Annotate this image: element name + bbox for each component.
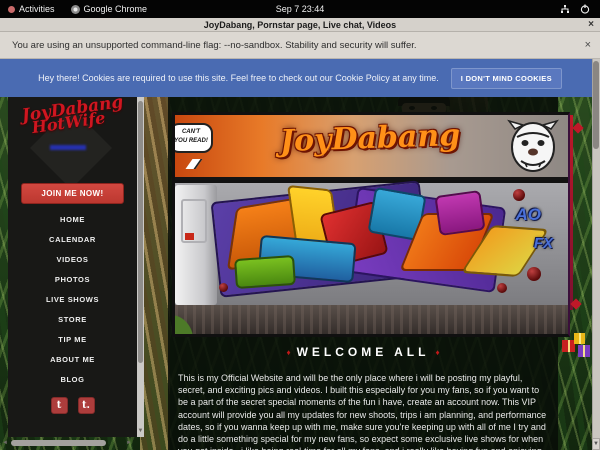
welcome-heading: ♦WELCOME ALL♦ [168, 345, 558, 359]
background-red-ribbon [570, 115, 573, 310]
cookie-policy-link[interactable]: Cookie Policy [335, 73, 390, 83]
window-title-bar: JoyDabang, Pornstar page, Live chat, Vid… [0, 18, 600, 32]
gift-box-purple [578, 345, 590, 357]
cookie-message-post: at any time. [390, 73, 439, 83]
bubble-line2: YOU READ! [172, 137, 211, 146]
wall-word-ao: AO [516, 205, 542, 225]
activities-icon [8, 6, 15, 13]
cookie-message: Hey there! Cookies are required to use t… [38, 73, 439, 83]
sidebar-item-blog[interactable]: BLOG [8, 370, 137, 390]
site-logo[interactable]: JoyDabang HotWife [8, 97, 137, 175]
bulldog-icon [507, 119, 559, 180]
cookie-accept-button[interactable]: I DON'T MIND COOKIES [451, 68, 562, 89]
sidebar-scroll-right-arrow[interactable]: ► [126, 439, 132, 447]
system-top-bar: Activities Google Chrome Sep 7 23:44 [0, 0, 600, 18]
welcome-paragraph: This is my Official Website and will be … [178, 372, 550, 450]
window-title: JoyDabang, Pornstar page, Live chat, Vid… [204, 20, 396, 30]
sidebar-nav: HOME CALENDAR VIDEOS PHOTOS LIVE SHOWS S… [8, 210, 137, 390]
window-close-button[interactable]: × [588, 18, 594, 32]
sidebar-item-home[interactable]: HOME [8, 210, 137, 230]
sidebar-item-store[interactable]: STORE [8, 310, 137, 330]
hero-corner-grass [172, 311, 197, 337]
cookie-message-pre: Hey there! Cookies are required to use t… [38, 73, 335, 83]
truck-shape [175, 185, 217, 305]
truck-taillight [185, 233, 194, 240]
sidebar-scroll-left-arrow[interactable]: ◄ [2, 439, 8, 447]
bubble-line1: CAN'T [172, 128, 211, 137]
graffiti-title: JoyDabang [214, 116, 525, 162]
sidebar-item-about-me[interactable]: ABOUT ME [8, 350, 137, 370]
sidebar-item-photos[interactable]: PHOTOS [8, 270, 137, 290]
sidebar-item-tip-me[interactable]: TIP ME [8, 330, 137, 350]
graffiti-shape [234, 255, 296, 289]
chrome-icon [71, 5, 80, 14]
app-menu-button[interactable]: Google Chrome [63, 0, 156, 18]
graffiti-wall: AO FX [175, 183, 569, 305]
join-me-now-button[interactable]: JOIN ME NOW! [21, 183, 124, 204]
sidebar-item-videos[interactable]: VIDEOS [8, 250, 137, 270]
paint-ball [513, 189, 525, 201]
tumblr-icon[interactable]: t. [78, 397, 95, 414]
hero-banner: CAN'T YOU READ! JoyDabang [175, 115, 569, 180]
page-vertical-scrollbar-thumb[interactable] [593, 61, 599, 149]
social-links: t t. [8, 397, 137, 414]
app-menu-label: Google Chrome [84, 4, 148, 14]
welcome-heading-text: WELCOME ALL [297, 345, 430, 359]
logo-blue-link-smudge [50, 145, 86, 150]
paint-ball [497, 283, 507, 293]
background-reeds [140, 59, 170, 450]
flag-warning-text: You are using an unsupported command-lin… [12, 40, 417, 51]
wall-word-fx: FX [534, 235, 553, 252]
heading-diamond-right: ♦ [429, 348, 445, 357]
heading-diamond-left: ♦ [280, 348, 296, 357]
sidebar-item-calendar[interactable]: CALENDAR [8, 230, 137, 250]
gift-box-yellow [574, 333, 585, 344]
paint-ball [527, 267, 541, 281]
sidebar-iframe: JoyDabang HotWife JOIN ME NOW! HOME CALE… [8, 97, 137, 437]
speech-bubble-tail [185, 159, 202, 169]
hero-image: CAN'T YOU READ! JoyDabang [172, 112, 570, 337]
sidebar-horizontal-scrollbar-thumb[interactable] [11, 440, 106, 446]
infobar-close-icon[interactable]: × [585, 39, 591, 51]
paint-ball [219, 283, 228, 292]
network-icon[interactable] [560, 5, 570, 14]
sidebar-scroll-down-arrow[interactable]: ▼ [137, 427, 144, 437]
twitter-icon[interactable]: t [51, 397, 68, 414]
graffiti-shape [434, 190, 485, 236]
speech-bubble: CAN'T YOU READ! [172, 123, 213, 153]
screen: Activities Google Chrome Sep 7 23:44 Joy… [0, 0, 600, 450]
pavement-ground [175, 305, 569, 337]
flag-warning-infobar: You are using an unsupported command-lin… [0, 32, 600, 59]
activities-label: Activities [19, 4, 55, 14]
sidebar-item-live-shows[interactable]: LIVE SHOWS [8, 290, 137, 310]
power-icon[interactable] [580, 4, 590, 14]
activities-button[interactable]: Activities [0, 0, 63, 18]
page-scroll-down-arrow[interactable]: ▼ [592, 438, 600, 450]
sidebar-vertical-scrollbar-thumb[interactable] [138, 101, 143, 363]
cookie-consent-bar: Hey there! Cookies are required to use t… [0, 59, 600, 97]
